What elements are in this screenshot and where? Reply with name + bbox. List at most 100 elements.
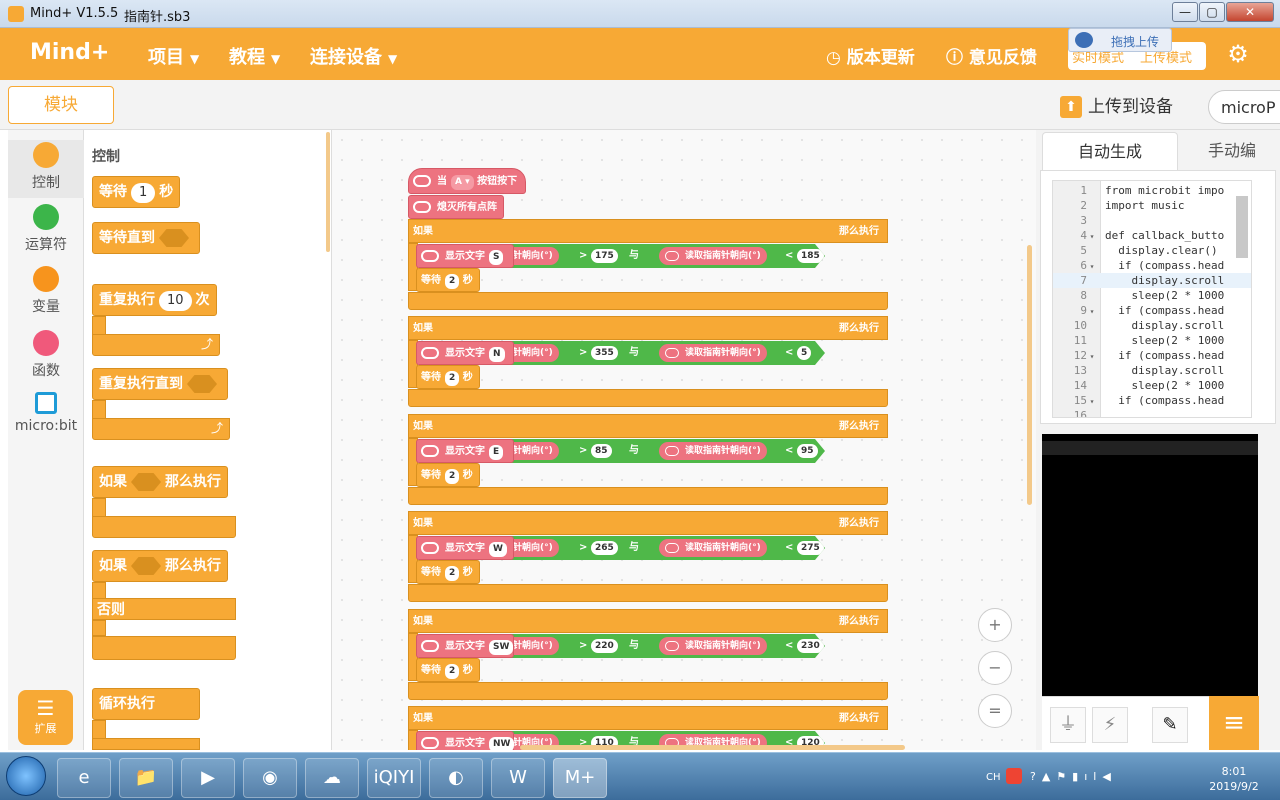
fold-chevron-icon[interactable]: ▾	[1087, 304, 1097, 319]
block-wait-until[interactable]: 等待直到	[92, 222, 200, 254]
ime-icon[interactable]	[1006, 768, 1022, 784]
repeat-value[interactable]: 10	[159, 291, 192, 311]
show-text-block[interactable]: 显示文字 S	[416, 244, 514, 268]
wait-block[interactable]: 等待 2 秒	[416, 463, 480, 487]
high-bound-value[interactable]: 95	[797, 444, 818, 458]
category-control[interactable]: 控制	[8, 140, 84, 198]
wait-seconds-value[interactable]: 2	[445, 469, 460, 484]
chrome-icon[interactable]: ◉	[243, 758, 297, 798]
workspace-vertical-scrollbar[interactable]	[1027, 245, 1032, 505]
category-functions[interactable]: 函数	[8, 330, 84, 380]
show-text-value[interactable]: SW	[489, 640, 514, 655]
category-microbit[interactable]: micro:bit	[8, 392, 84, 434]
code-scrollbar[interactable]	[1236, 196, 1248, 258]
clear-display-block[interactable]: 熄灭所有点阵	[408, 195, 504, 219]
maximize-button[interactable]: ▢	[1199, 2, 1225, 22]
fold-chevron-icon[interactable]: ▾	[1087, 229, 1097, 244]
compass-heading-reporter[interactable]: 读取指南针朝向(°)	[659, 539, 767, 557]
ie-icon[interactable]: e	[57, 758, 111, 798]
settings-gear-icon[interactable]: ⚙	[1224, 40, 1252, 68]
wait-block[interactable]: 等待 2 秒	[416, 560, 480, 584]
wait-block[interactable]: 等待 2 秒	[416, 268, 480, 292]
fold-chevron-icon[interactable]: ▾	[1087, 349, 1097, 364]
media-player-icon[interactable]: ▶	[181, 758, 235, 798]
windows-start-button[interactable]	[6, 756, 46, 796]
menu-connect-device[interactable]: 连接设备 ▼	[310, 43, 397, 69]
version-update-button[interactable]: ◷ 版本更新	[826, 43, 915, 68]
block-if-else[interactable]: 如果 那么执行	[92, 550, 228, 582]
menu-tutorial[interactable]: 教程 ▼	[229, 43, 280, 69]
color-app-icon[interactable]: ◐	[429, 758, 483, 798]
tab-blocks[interactable]: 模块	[8, 86, 114, 124]
show-text-value[interactable]: W	[489, 542, 507, 557]
input-language[interactable]: CH	[986, 772, 1001, 783]
block-repeat-until[interactable]: 重复执行直到	[92, 368, 228, 400]
show-text-block[interactable]: 显示文字 N	[416, 341, 514, 365]
menu-project[interactable]: 项目 ▼	[148, 43, 199, 69]
button-dropdown[interactable]: A ▾	[451, 175, 474, 190]
tray-icons[interactable]: ?▲⚑▮ıl◀	[1030, 770, 1117, 783]
show-text-block[interactable]: 显示文字 NW	[416, 731, 515, 750]
fold-chevron-icon[interactable]: ▾	[1087, 394, 1097, 409]
low-bound-value[interactable]: 265	[591, 541, 618, 555]
wait-seconds-value[interactable]: 2	[445, 274, 460, 289]
high-bound-value[interactable]: 5	[797, 346, 811, 360]
mindplus-icon[interactable]: M+	[553, 758, 607, 798]
wait-block[interactable]: 等待 2 秒	[416, 365, 480, 389]
if-block[interactable]: 如果 读取指南针朝向(°) >355 与读取指南针朝向(°) <5 那么执行	[408, 316, 888, 340]
compass-heading-reporter[interactable]: 读取指南针朝向(°)	[659, 637, 767, 655]
category-variables[interactable]: 变量	[8, 266, 84, 316]
hamburger-menu-icon[interactable]: ≡	[1209, 696, 1259, 750]
if-block[interactable]: 如果 读取指南针朝向(°) >110 与读取指南针朝向(°) <120 那么执行	[408, 706, 888, 730]
show-text-value[interactable]: NW	[489, 737, 515, 750]
tab-auto-generate[interactable]: 自动生成	[1042, 132, 1178, 170]
system-clock[interactable]: 8:01 2019/9/2	[1195, 764, 1273, 794]
show-text-value[interactable]: N	[489, 347, 505, 362]
condition-slot[interactable]	[131, 473, 161, 491]
tab-manual-edit[interactable]: 手动编辑	[1196, 132, 1280, 198]
serial-input-bar[interactable]	[1042, 441, 1258, 455]
word-icon[interactable]: W	[491, 758, 545, 798]
high-bound-value[interactable]: 275	[797, 541, 824, 555]
code-workspace[interactable]: 当A ▾ 按钮按下 熄灭所有点阵 如果 读取指南针朝向(°) >175 与读取指南针朝…	[332, 130, 1036, 750]
if-block[interactable]: 如果 读取指南针朝向(°) >175 与读取指南针朝向(°) <185 那么执行	[408, 219, 888, 243]
zoom-in-button[interactable]: +	[978, 608, 1012, 642]
device-select[interactable]: microP	[1208, 90, 1280, 124]
usb-icon[interactable]: ⏚	[1050, 707, 1086, 743]
wait-block[interactable]: 等待 2 秒	[416, 658, 480, 682]
workspace-horizontal-scrollbar[interactable]	[520, 745, 905, 750]
iqiyi-icon[interactable]: iQIYI	[367, 758, 421, 798]
high-bound-value[interactable]: 185	[797, 249, 824, 263]
if-block[interactable]: 如果 读取指南针朝向(°) >220 与读取指南针朝向(°) <230 那么执行	[408, 609, 888, 633]
if-block[interactable]: 如果 读取指南针朝向(°) >265 与读取指南针朝向(°) <275 那么执行	[408, 511, 888, 535]
zoom-out-button[interactable]: −	[978, 651, 1012, 685]
eraser-icon[interactable]: ✎	[1152, 707, 1188, 743]
show-text-value[interactable]: E	[489, 445, 504, 460]
low-bound-value[interactable]: 85	[591, 444, 612, 458]
block-if-then[interactable]: 如果 那么执行	[92, 466, 228, 498]
zoom-reset-button[interactable]: =	[978, 694, 1012, 728]
palette-scrollbar[interactable]	[326, 132, 330, 252]
block-wait[interactable]: 等待 1 秒	[92, 176, 181, 208]
low-bound-value[interactable]: 355	[591, 346, 618, 360]
close-button[interactable]: ✕	[1226, 2, 1274, 22]
usb-disconnect-icon[interactable]: ⚡	[1092, 707, 1128, 743]
baidu-netdisk-icon[interactable]: ☁	[305, 758, 359, 798]
wait-value[interactable]: 1	[131, 183, 156, 203]
compass-heading-reporter[interactable]: 读取指南针朝向(°)	[659, 442, 767, 460]
show-text-block[interactable]: 显示文字 W	[416, 536, 514, 560]
show-text-block[interactable]: 显示文字 SW	[416, 634, 514, 658]
fold-chevron-icon[interactable]: ▾	[1087, 259, 1097, 274]
category-operators[interactable]: 运算符	[8, 204, 84, 254]
low-bound-value[interactable]: 220	[591, 639, 618, 653]
wait-seconds-value[interactable]: 2	[445, 371, 460, 386]
hat-block-button-pressed[interactable]: 当 A ▾ 按钮按下	[408, 168, 526, 194]
show-text-block[interactable]: 显示文字 E	[416, 439, 514, 463]
condition-slot[interactable]	[187, 375, 217, 393]
if-block[interactable]: 如果 读取指南针朝向(°) >85 与读取指南针朝向(°) <95 那么执行	[408, 414, 888, 438]
extension-button[interactable]: ☰ 扩展	[18, 690, 73, 745]
condition-slot[interactable]	[131, 557, 161, 575]
python-code-view[interactable]: 1 from microbit impo 2 import music 3 4 ▾ def c…	[1052, 180, 1252, 418]
compass-heading-reporter[interactable]: 读取指南针朝向(°)	[659, 247, 767, 265]
file-explorer-icon[interactable]: 📁	[119, 758, 173, 798]
